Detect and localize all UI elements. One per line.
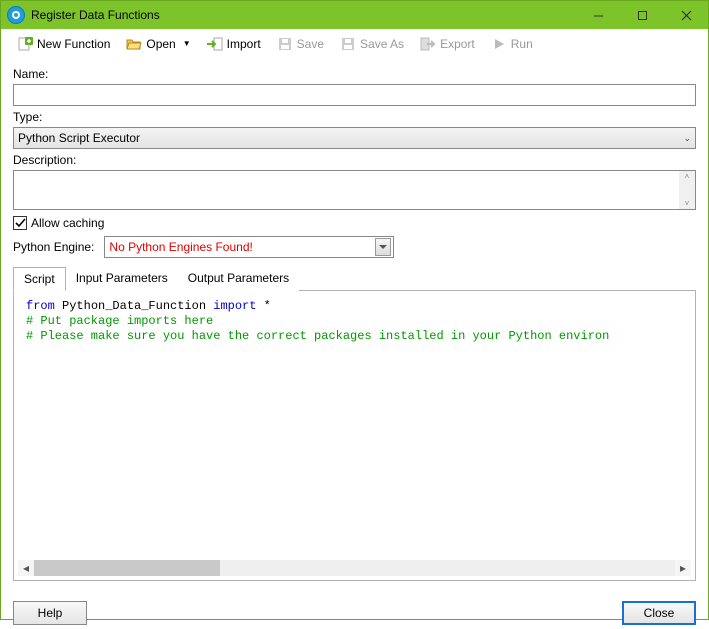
dropdown-caret-icon: ▼ xyxy=(183,39,191,48)
export-button[interactable]: Export xyxy=(414,32,481,56)
code-token: Python_Data_Function xyxy=(55,299,213,313)
help-button[interactable]: Help xyxy=(13,601,87,625)
window-controls xyxy=(576,1,708,29)
python-engine-value: No Python Engines Found! xyxy=(109,240,252,254)
maximize-button[interactable] xyxy=(620,1,664,29)
type-label: Type: xyxy=(13,110,696,124)
script-editor-panel: from Python_Data_Function import * # Put… xyxy=(13,291,696,581)
type-value: Python Script Executor xyxy=(18,131,140,145)
tab-input-label: Input Parameters xyxy=(76,271,168,285)
open-button[interactable]: Open ▼ xyxy=(120,32,196,56)
chevron-down-icon xyxy=(375,238,391,256)
save-label: Save xyxy=(297,37,324,51)
scroll-right-icon: ▸ xyxy=(675,560,691,576)
import-label: Import xyxy=(227,37,261,51)
open-label: Open xyxy=(146,37,175,51)
scroll-down-icon: ˅ xyxy=(685,199,690,208)
chevron-down-icon: ⌄ xyxy=(683,133,691,144)
code-token: * xyxy=(256,299,270,313)
new-function-button[interactable]: New Function xyxy=(11,32,116,56)
tab-output-parameters[interactable]: Output Parameters xyxy=(178,267,299,291)
new-icon xyxy=(17,36,33,52)
content-area: Name: Type: Python Script Executor ⌄ Des… xyxy=(1,59,708,589)
close-button[interactable] xyxy=(664,1,708,29)
allow-caching-row: Allow caching xyxy=(13,216,696,230)
tab-input-parameters[interactable]: Input Parameters xyxy=(66,267,178,291)
tab-bar: Script Input Parameters Output Parameter… xyxy=(13,266,696,291)
description-scrollbar[interactable]: ˄ ˅ xyxy=(679,171,695,209)
code-comment: # Please make sure you have the correct … xyxy=(26,329,609,343)
save-as-icon xyxy=(340,36,356,52)
import-button[interactable]: Import xyxy=(201,32,267,56)
python-engine-select[interactable]: No Python Engines Found! xyxy=(104,236,394,258)
export-icon xyxy=(420,36,436,52)
scroll-up-icon: ˄ xyxy=(685,172,690,181)
save-button[interactable]: Save xyxy=(271,32,330,56)
description-label: Description: xyxy=(13,153,696,167)
run-button[interactable]: Run xyxy=(485,32,539,56)
close-dialog-button[interactable]: Close xyxy=(622,601,696,625)
toolbar: New Function Open ▼ Import Save Save As … xyxy=(1,29,708,59)
folder-open-icon xyxy=(126,36,142,52)
save-as-label: Save As xyxy=(360,37,404,51)
footer: Help Close xyxy=(1,589,708,629)
minimize-button[interactable] xyxy=(576,1,620,29)
titlebar: Register Data Functions xyxy=(1,1,708,29)
python-engine-row: Python Engine: No Python Engines Found! xyxy=(13,236,696,258)
allow-caching-checkbox[interactable] xyxy=(13,216,27,230)
allow-caching-label: Allow caching xyxy=(31,216,104,230)
tab-script-label: Script xyxy=(24,272,55,286)
type-select[interactable]: Python Script Executor ⌄ xyxy=(13,127,696,149)
code-editor[interactable]: from Python_Data_Function import * # Put… xyxy=(16,297,693,560)
code-token: from xyxy=(26,299,55,313)
import-icon xyxy=(207,36,223,52)
export-label: Export xyxy=(440,37,475,51)
scroll-left-icon: ◂ xyxy=(18,560,34,576)
name-label: Name: xyxy=(13,67,696,81)
window-title: Register Data Functions xyxy=(31,8,160,22)
tab-output-label: Output Parameters xyxy=(188,271,289,285)
description-box: ˄ ˅ xyxy=(13,170,696,210)
scroll-track xyxy=(34,560,675,576)
horizontal-scrollbar[interactable]: ◂ ▸ xyxy=(18,560,691,576)
code-comment: # Put package imports here xyxy=(26,314,213,328)
tab-script[interactable]: Script xyxy=(13,267,66,291)
scroll-thumb[interactable] xyxy=(34,560,220,576)
code-token: import xyxy=(213,299,256,313)
play-icon xyxy=(491,36,507,52)
new-function-label: New Function xyxy=(37,37,110,51)
name-input[interactable] xyxy=(13,84,696,106)
run-label: Run xyxy=(511,37,533,51)
save-as-button[interactable]: Save As xyxy=(334,32,410,56)
save-icon xyxy=(277,36,293,52)
description-input[interactable] xyxy=(14,171,679,209)
python-engine-label: Python Engine: xyxy=(13,240,94,254)
app-icon xyxy=(7,6,25,24)
